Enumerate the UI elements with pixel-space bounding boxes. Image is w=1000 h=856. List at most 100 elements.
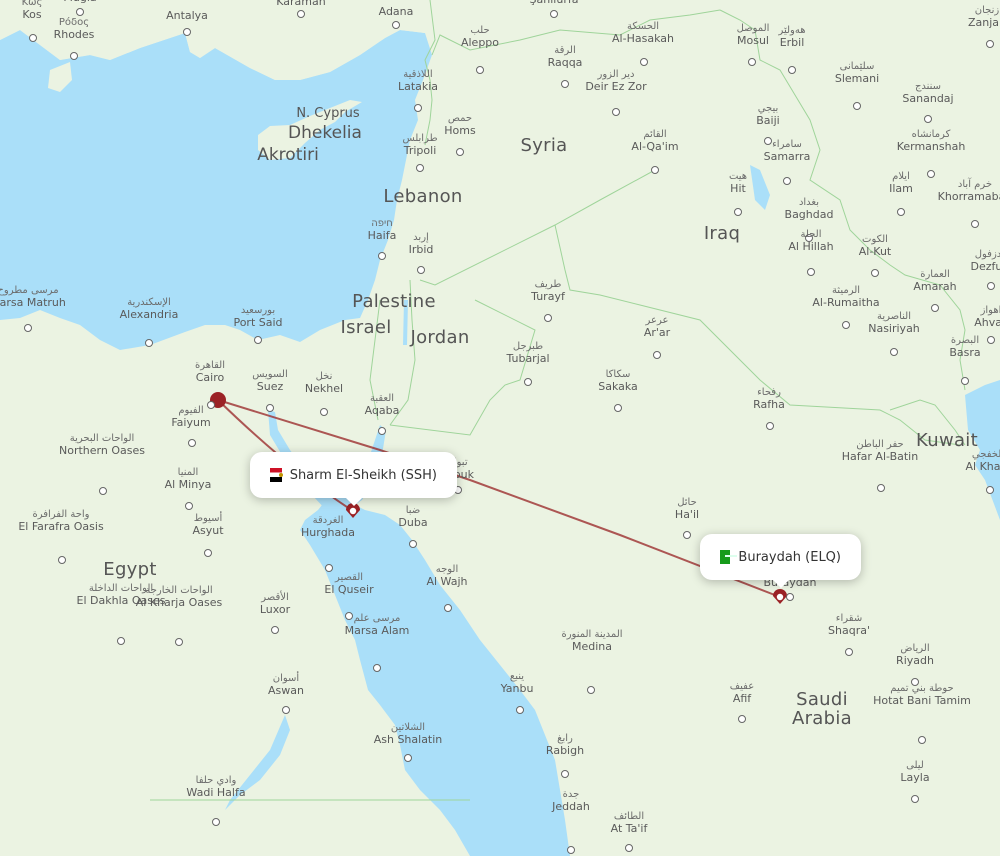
- city-label[interactable]: القصير El Quseir: [324, 572, 373, 595]
- city-label[interactable]: الشلاتين Ash Shalatin: [374, 722, 443, 745]
- city-name-native: جدة: [562, 789, 580, 800]
- city-label[interactable]: الواحات الخارجة Al Kharja Oases: [136, 585, 222, 608]
- city-label[interactable]: Karaman: [276, 0, 325, 8]
- city-label[interactable]: الرياض Riyadh: [896, 643, 934, 667]
- city-label[interactable]: ليلى Layla: [900, 760, 929, 783]
- city-dot-icon: [853, 102, 861, 110]
- city-dot-icon: [931, 304, 939, 312]
- city-label[interactable]: اهوازAhvaz: [974, 305, 1000, 328]
- city-label[interactable]: مرسى مطروحMarsa Matruh: [0, 285, 66, 308]
- city-label[interactable]: الطائف At Ta'if: [611, 811, 648, 834]
- city-label[interactable]: عفيف Afif: [730, 681, 754, 704]
- city-name-native: عرعر: [645, 315, 669, 326]
- city-label[interactable]: الأقصر Luxor: [260, 592, 290, 615]
- city-dot-icon: [986, 40, 994, 48]
- city-label[interactable]: بورسعيد Port Said: [233, 305, 282, 328]
- city-label[interactable]: هەولێر Erbil: [778, 25, 805, 48]
- city-label[interactable]: سامراء Samarra: [764, 139, 811, 162]
- city-label[interactable]: دزفولDezful: [971, 249, 1000, 272]
- city-label[interactable]: أسيوط Asyut: [192, 513, 224, 537]
- city-dot-icon: [971, 220, 979, 228]
- city-label[interactable]: الموصل Mosul: [737, 23, 770, 46]
- city-label[interactable]: إربد Irbid: [409, 232, 434, 255]
- city-label[interactable]: طبرجل Tubarjal: [506, 341, 549, 364]
- city-label[interactable]: شقراء Shaqra': [828, 613, 870, 636]
- city-label[interactable]: الوجه Al Wajh: [426, 564, 468, 588]
- city-label[interactable]: مرسى علم Marsa Alam: [345, 613, 410, 636]
- city-dot-icon: [807, 268, 815, 276]
- city-label[interactable]: سكاكا Sakaka: [598, 369, 638, 392]
- country-label: Kuwait: [916, 431, 978, 451]
- city-label[interactable]: الإسكندرية Alexandria: [120, 297, 179, 320]
- city-label[interactable]: بيجي Baiji: [756, 103, 779, 126]
- city-label[interactable]: وادي حلفا Wadi Halfa: [186, 775, 245, 798]
- city-label[interactable]: رابغ Rabigh: [546, 733, 584, 756]
- city-label[interactable]: الحسكة Al-Hasakah: [612, 21, 674, 44]
- destination-airport-popup[interactable]: Buraydah (ELQ): [700, 534, 861, 580]
- city-label[interactable]: الكوت Al-Kut: [859, 234, 892, 257]
- city-name-native: بغداد: [798, 197, 820, 208]
- city-label[interactable]: حمص Homs: [444, 113, 475, 136]
- city-label[interactable]: الغردقة Hurghada: [301, 515, 355, 538]
- city-label[interactable]: القائم Al-Qa'im: [631, 129, 678, 152]
- city-label[interactable]: دير الزور Deir Ez Zor: [585, 69, 646, 92]
- city-name: Asyut: [192, 523, 224, 537]
- city-label[interactable]: الناصرية Nasiriyah: [868, 311, 920, 334]
- city-label[interactable]: ينبع Yanbu: [501, 671, 534, 694]
- city-label[interactable]: طرابلس Tripoli: [402, 133, 437, 156]
- city-label[interactable]: جدة Jeddah: [552, 789, 590, 812]
- city-label[interactable]: السويس Suez: [252, 369, 287, 392]
- city-label[interactable]: بغداد Baghdad: [785, 197, 834, 220]
- city-label[interactable]: حفر الباطن Hafar Al-Batin: [842, 439, 918, 462]
- country-name: Jordan: [410, 327, 470, 348]
- city-label[interactable]: زنجانZanjan: [968, 5, 1000, 28]
- city-label[interactable]: Şanlıurfa: [530, 0, 579, 6]
- city-label[interactable]: هيت Hit: [729, 171, 747, 194]
- city-label[interactable]: الفيوم Faiyum: [171, 405, 210, 428]
- city-label[interactable]: رفحاء Rafha: [753, 387, 785, 410]
- city-label[interactable]: سنندج Sanandaj: [902, 81, 953, 104]
- city-label[interactable]: ضبا Duba: [398, 505, 427, 528]
- city-label[interactable]: Κως Kos: [22, 0, 43, 20]
- city-label[interactable]: Ρόδος Rhodes: [54, 17, 95, 40]
- city-name-native: الشلاتين: [390, 722, 426, 733]
- city-label[interactable]: الرميثة Al-Rumaitha: [812, 285, 879, 308]
- city-label[interactable]: القاهرة Cairo: [195, 360, 225, 383]
- city-label[interactable]: أسوان Aswan: [268, 673, 304, 696]
- city-label[interactable]: العقبة Aqaba: [365, 393, 400, 416]
- city-label[interactable]: ايلام Ilam: [889, 171, 913, 195]
- city-label[interactable]: العمارة Amarah: [913, 269, 956, 292]
- city-label[interactable]: חיפה Haifa: [368, 218, 397, 241]
- city-name-native: أسيوط: [193, 513, 223, 524]
- city-label[interactable]: كرمانشاه Kermanshah: [897, 129, 966, 152]
- city-dot-icon: [561, 770, 569, 778]
- city-name: Ilam: [889, 181, 913, 195]
- city-label[interactable]: طريف Turayf: [531, 279, 565, 302]
- city-name: Riyadh: [896, 653, 934, 667]
- city-dot-icon: [918, 736, 926, 744]
- city-label[interactable]: Antalya: [166, 10, 208, 22]
- city-label[interactable]: الواحات البحرية Northern Oases: [59, 433, 145, 456]
- city-label[interactable]: حائل Ha'il: [675, 497, 699, 520]
- city-label[interactable]: Muğla: [63, 0, 96, 4]
- city-label[interactable]: المنيا Al Minya: [165, 467, 212, 490]
- city-label[interactable]: واحة الفرافرة El Farafra Oasis: [18, 509, 103, 532]
- country-label: Egypt: [103, 560, 156, 580]
- city-name: Al Wajh: [426, 574, 468, 588]
- city-label[interactable]: الحلة Al Hillah: [788, 229, 833, 252]
- city-label[interactable]: خرم آبادKhorramabad: [938, 179, 1000, 202]
- city-label[interactable]: المدينة المنورة Medina: [561, 629, 622, 652]
- origin-airport-popup[interactable]: Sharm El-Sheikh (SSH): [250, 452, 457, 498]
- city-dot-icon: [911, 795, 919, 803]
- city-label[interactable]: نخل Nekhel: [305, 371, 343, 394]
- city-label[interactable]: اللاذقية Latakia: [397, 69, 439, 93]
- city-label[interactable]: عرعر Ar'ar: [644, 315, 670, 338]
- city-label[interactable]: سلێمانی Slemani: [835, 61, 879, 84]
- city-label[interactable]: الرقة Raqqa: [548, 45, 583, 68]
- city-name: Latakia: [397, 79, 439, 93]
- city-label[interactable]: حوطة بني تميم Hotat Bani Tamim: [873, 683, 971, 706]
- city-label[interactable]: Adana: [379, 6, 414, 18]
- city-label[interactable]: البصرة Basra: [949, 335, 980, 358]
- city-label[interactable]: الخفجيAl Khafji: [966, 449, 1000, 472]
- city-label[interactable]: حلب Aleppo: [461, 25, 499, 48]
